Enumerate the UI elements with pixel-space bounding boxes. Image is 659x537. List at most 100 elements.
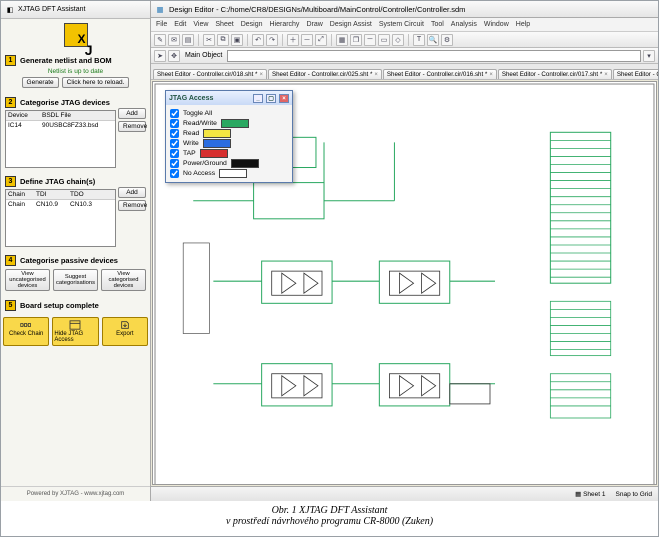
jtag-access-body: Toggle All Read/Write Read Write TAP Pow…	[166, 105, 292, 182]
menu-hierarchy[interactable]: Hierarchy	[269, 21, 299, 28]
swatch-tap	[200, 149, 228, 158]
step-num-3: 3	[5, 176, 16, 187]
main-object-input[interactable]	[227, 50, 641, 62]
status-sheet: ▦ Sheet 1	[575, 490, 605, 498]
step3-title: Define JTAG chain(s)	[20, 177, 95, 186]
view-uncat-button[interactable]: View uncategorised devices	[5, 269, 50, 291]
right-panel: ▦ Design Editor - C:/home/CR8/DESIGNs/Mu…	[151, 1, 658, 501]
jtag-access-title: JTAG Access	[169, 95, 213, 102]
generate-button[interactable]: Generate	[22, 77, 59, 88]
step-3: 3 Define JTAG chain(s) Chain TDI TDO Cha…	[5, 176, 146, 249]
add-chain-button[interactable]: Add	[118, 187, 146, 198]
remove-chain-button[interactable]: Remove	[118, 200, 146, 211]
menu-draw[interactable]: Draw	[306, 21, 322, 28]
app-window: ◧ XJTAG DFT Assistant 1 Generate netlist…	[0, 0, 659, 537]
undo-icon[interactable]: ↶	[252, 34, 264, 46]
swatch-read	[203, 129, 231, 138]
export-button[interactable]: Export	[102, 317, 148, 346]
menu-design-assist[interactable]: Design Assist	[330, 21, 372, 28]
menu-file[interactable]: File	[156, 21, 167, 28]
tab-sheet[interactable]: Sheet Editor - Controller.cir/017.sht *×	[498, 69, 612, 79]
cb-tap[interactable]	[170, 149, 179, 158]
app-row: ◧ XJTAG DFT Assistant 1 Generate netlist…	[1, 1, 658, 501]
layer-icon[interactable]: ❐	[350, 34, 362, 46]
open-icon[interactable]: ✉	[168, 34, 180, 46]
step-num-5: 5	[5, 300, 16, 311]
step-num-1: 1	[5, 55, 16, 66]
menu-view[interactable]: View	[193, 21, 208, 28]
settings-icon[interactable]: ⚙	[441, 34, 453, 46]
menu-sheet[interactable]: Sheet	[215, 21, 233, 28]
toolbar-2: ➤ ✥ Main Object ▾	[151, 48, 658, 64]
pointer-icon[interactable]: ➤	[154, 50, 166, 62]
cb-read[interactable]	[170, 129, 179, 138]
table-row[interactable]: IC14 90USBC8FZ33.bsd	[6, 121, 115, 130]
toolbar-misc-icon[interactable]: ▾	[643, 50, 655, 62]
part-icon[interactable]: ▭	[378, 34, 390, 46]
paste-icon[interactable]: ▣	[231, 34, 243, 46]
menu-bar: File Edit View Sheet Design Hierarchy Dr…	[151, 18, 658, 32]
col-device: Device	[6, 111, 40, 120]
powered-by: Powered by XJTAG - www.xjtag.com	[1, 486, 150, 501]
menu-help[interactable]: Help	[516, 21, 530, 28]
figure-caption: Obr. 1 XJTAG DFT Assistant v prostředí n…	[1, 501, 658, 529]
close-icon[interactable]: ×	[489, 72, 493, 78]
cb-noaccess[interactable]	[170, 169, 179, 178]
cut-icon[interactable]: ✂	[203, 34, 215, 46]
cb-powerground[interactable]	[170, 159, 179, 168]
net-icon[interactable]: ◇	[392, 34, 404, 46]
toolbar-1: ✎ ✉ ▤ ✂ ⧉ ▣ ↶ ↷ ＋ － ⤢ ▦ ❐ ─ ▭ ◇	[151, 32, 658, 48]
menu-system-circuit[interactable]: System Circuit	[379, 21, 424, 28]
copy-icon[interactable]: ⧉	[217, 34, 229, 46]
left-title-text: XJTAG DFT Assistant	[18, 6, 85, 13]
tab-sheet[interactable]: Sheet Editor - Controller.cir/018.sht *×	[153, 69, 267, 79]
tab-sheet[interactable]: Sheet Editor - Controller.cir/019.sht *×	[613, 69, 658, 79]
menu-edit[interactable]: Edit	[174, 21, 186, 28]
menu-analysis[interactable]: Analysis	[451, 21, 477, 28]
schematic-canvas[interactable]: JTAG Access _ ▢ × Toggle All Read/Write	[152, 81, 657, 485]
cb-write[interactable]	[170, 139, 179, 148]
view-cat-button[interactable]: View categorised devices	[101, 269, 146, 291]
text-icon[interactable]: T	[413, 34, 425, 46]
pan-icon[interactable]: ✥	[168, 50, 180, 62]
menu-window[interactable]: Window	[484, 21, 509, 28]
wire-icon[interactable]: ─	[364, 34, 376, 46]
maximize-icon[interactable]: ▢	[266, 94, 276, 103]
jtag-chain-list[interactable]: Chain TDI TDO Chain CN10.9 CN10.3	[5, 189, 116, 247]
suggest-cat-button[interactable]: Suggest categorisations	[53, 269, 98, 291]
zoom-in-icon[interactable]: ＋	[287, 34, 299, 46]
left-panel: ◧ XJTAG DFT Assistant 1 Generate netlist…	[1, 1, 151, 501]
editor-icon: ▦	[155, 4, 165, 14]
close-icon[interactable]: ×	[374, 72, 378, 78]
grid-icon[interactable]: ▦	[336, 34, 348, 46]
design-editor-titlebar: ▦ Design Editor - C:/home/CR8/DESIGNs/Mu…	[151, 1, 658, 18]
tab-sheet[interactable]: Sheet Editor - Controller.cir/025.sht *×	[268, 69, 382, 79]
toggle-all-checkbox[interactable]	[170, 109, 179, 118]
add-device-button[interactable]: Add	[118, 108, 146, 119]
close-icon[interactable]: ×	[259, 72, 263, 78]
toggle-all-label: Toggle All	[183, 110, 212, 117]
close-icon[interactable]: ×	[279, 94, 289, 103]
step2-title: Categorise JTAG devices	[20, 98, 110, 107]
new-icon[interactable]: ✎	[154, 34, 166, 46]
cb-readwrite[interactable]	[170, 119, 179, 128]
zoom-fit-icon[interactable]: ⤢	[315, 34, 327, 46]
jtag-devices-list[interactable]: Device BSDL File IC14 90USBC8FZ33.bsd	[5, 110, 116, 168]
table-row[interactable]: Chain CN10.9 CN10.3	[6, 200, 115, 209]
tab-sheet[interactable]: Sheet Editor - Controller.cir/016.sht *×	[383, 69, 497, 79]
close-icon[interactable]: ×	[604, 72, 608, 78]
search-icon[interactable]: 🔍	[427, 34, 439, 46]
col-bsdl: BSDL File	[40, 111, 73, 120]
save-icon[interactable]: ▤	[182, 34, 194, 46]
redo-icon[interactable]: ↷	[266, 34, 278, 46]
jtag-access-titlebar[interactable]: JTAG Access _ ▢ ×	[166, 91, 292, 105]
zoom-out-icon[interactable]: －	[301, 34, 313, 46]
hide-jtag-access-button[interactable]: Hide JTAG Access	[52, 317, 98, 346]
remove-device-button[interactable]: Remove	[118, 121, 146, 132]
menu-design[interactable]: Design	[241, 21, 263, 28]
minimize-icon[interactable]: _	[253, 94, 263, 103]
menu-tool[interactable]: Tool	[431, 21, 444, 28]
jtag-access-window[interactable]: JTAG Access _ ▢ × Toggle All Read/Write	[165, 90, 293, 183]
check-chain-button[interactable]: Check Chain	[3, 317, 49, 346]
reload-button[interactable]: Click here to reload.	[62, 77, 130, 88]
